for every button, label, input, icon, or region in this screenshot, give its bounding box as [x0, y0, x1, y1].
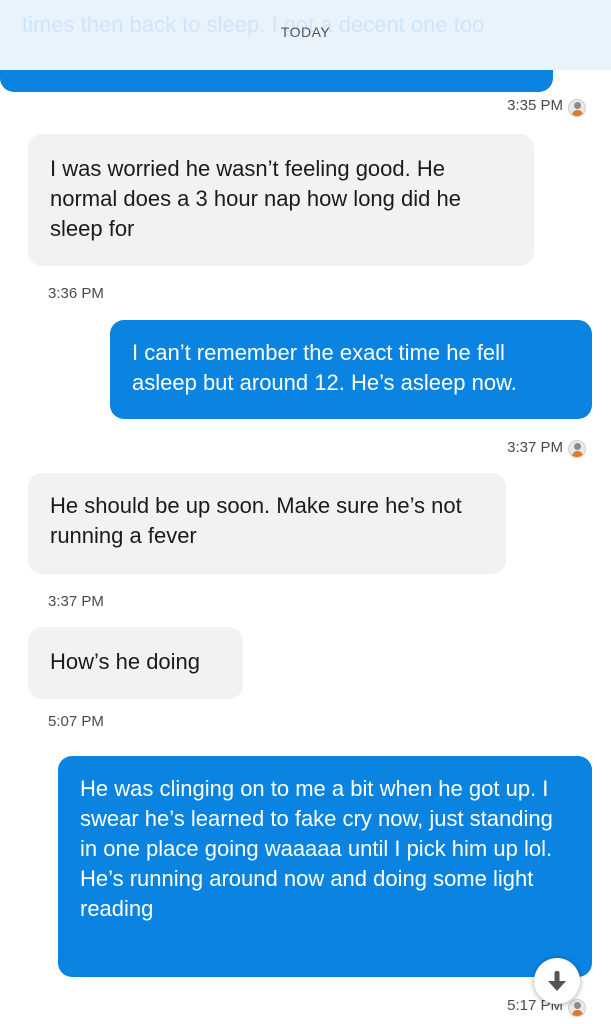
message-bubble-incoming[interactable]: How’s he doing — [28, 627, 243, 699]
message-bubble-outgoing-partial[interactable]: times then back to sleep. I got a decent… — [0, 0, 611, 92]
message-text: He should be up soon. Make sure he’s not… — [50, 493, 462, 548]
message-bubble-incoming[interactable]: I was worried he wasn’t feeling good. He… — [28, 134, 534, 266]
message-text: He was clinging on to me a bit when he g… — [80, 776, 553, 921]
message-bubble-outgoing[interactable]: He was clinging on to me a bit when he g… — [58, 756, 592, 977]
arrow-down-icon — [548, 971, 566, 991]
message-timestamp: 3:37 PM — [507, 439, 563, 456]
message-timestamp: 3:36 PM — [48, 285, 104, 302]
message-text: I was worried he wasn’t feeling good. He… — [50, 156, 461, 241]
message-bubble-incoming[interactable]: He should be up soon. Make sure he’s not… — [28, 473, 506, 574]
message-timestamp: 3:37 PM — [48, 593, 104, 610]
message-text: How’s he doing — [50, 649, 201, 674]
scroll-to-bottom-button[interactable] — [534, 958, 580, 1004]
message-timestamp: 3:35 PM — [507, 97, 563, 114]
avatar-icon — [568, 440, 586, 458]
message-bubble-outgoing[interactable]: I can’t remember the exact time he fell … — [110, 320, 592, 419]
message-timestamp: 5:07 PM — [48, 713, 104, 730]
avatar-icon — [568, 999, 586, 1017]
date-divider: TODAY — [280, 24, 331, 40]
avatar-icon — [568, 99, 586, 117]
message-text: I can’t remember the exact time he fell … — [132, 340, 517, 395]
